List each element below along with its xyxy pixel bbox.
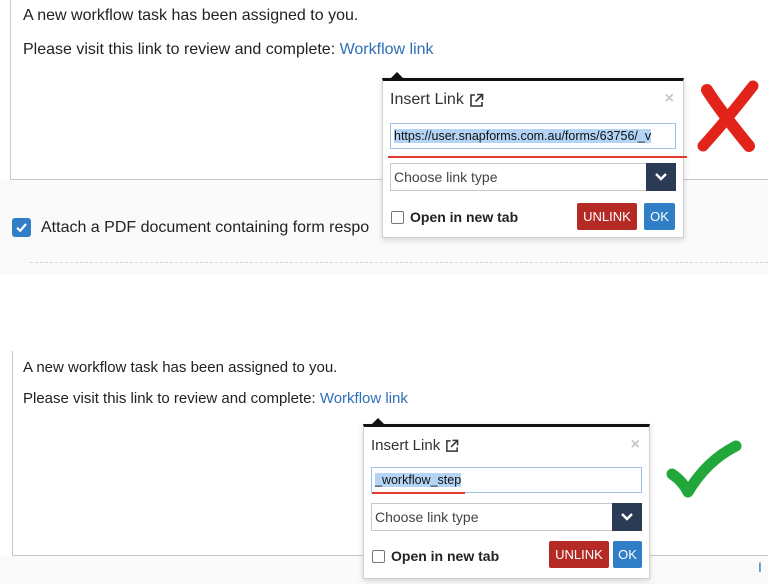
red-underline (372, 492, 465, 494)
top-attach-pdf-row[interactable]: Attach a PDF document containing form re… (12, 218, 369, 237)
unlink-button[interactable]: UNLINK (549, 541, 609, 568)
top-message-line2: Please visit this link to review and com… (23, 41, 434, 59)
open-new-tab-label: Open in new tab (410, 209, 519, 225)
open-new-tab-label: Open in new tab (391, 548, 500, 564)
bottom-insert-link-popover: Insert Link × _workflow_step Choose link… (363, 418, 650, 579)
link-type-placeholder: Choose link type (375, 509, 479, 525)
ok-button[interactable]: OK (613, 541, 642, 568)
url-input[interactable]: _workflow_step (371, 467, 642, 493)
bottom-message-line1: A new workflow task has been assigned to… (23, 359, 338, 376)
panel-gap (0, 275, 768, 345)
url-input[interactable]: https://user.snapforms.com.au/forms/6375… (390, 123, 676, 149)
chevron-down-icon[interactable] (612, 503, 642, 531)
bottom-edge-text: I (758, 559, 762, 575)
open-new-tab-option[interactable]: Open in new tab (372, 548, 499, 564)
open-new-tab-checkbox[interactable] (391, 210, 404, 224)
chevron-down-icon[interactable] (646, 163, 676, 191)
open-new-tab-checkbox[interactable] (372, 549, 385, 563)
bottom-workflow-link[interactable]: Workflow link (320, 390, 408, 407)
popover-close-icon[interactable]: × (665, 90, 674, 108)
top-message-prefix: Please visit this link to review and com… (23, 41, 336, 58)
bottom-panel: A new workflow task has been assigned to… (0, 345, 768, 584)
popover-caret (372, 418, 384, 424)
top-dashed-divider (30, 262, 768, 263)
top-panel: A new workflow task has been assigned to… (0, 0, 768, 275)
ok-button[interactable]: OK (644, 203, 675, 230)
url-input-value: _workflow_step (375, 473, 462, 487)
link-type-placeholder: Choose link type (394, 169, 498, 185)
bottom-message-line2: Please visit this link to review and com… (23, 390, 408, 407)
url-input-value: https://user.snapforms.com.au/forms/6375… (394, 129, 652, 143)
link-type-select[interactable]: Choose link type (371, 503, 642, 531)
unlink-button[interactable]: UNLINK (577, 203, 637, 230)
external-link-icon (445, 439, 459, 453)
open-new-tab-option[interactable]: Open in new tab (391, 209, 518, 225)
popover-title-row: Insert Link (390, 91, 484, 109)
attach-pdf-checkbox[interactable] (12, 218, 31, 237)
popover-close-icon[interactable]: × (631, 436, 640, 454)
popover-title: Insert Link (390, 91, 464, 108)
green-check-icon (664, 440, 742, 500)
top-workflow-link[interactable]: Workflow link (340, 41, 434, 58)
popover-title: Insert Link (371, 437, 441, 454)
attach-pdf-label: Attach a PDF document containing form re… (41, 218, 370, 236)
popover-title-row: Insert Link (371, 437, 459, 454)
popover-caret (391, 72, 403, 78)
top-insert-link-popover: Insert Link × https://user.snapforms.com… (382, 72, 687, 238)
top-message-line1: A new workflow task has been assigned to… (23, 7, 359, 24)
bottom-message-prefix: Please visit this link to review and com… (23, 390, 316, 407)
external-link-icon (469, 93, 484, 108)
red-underline (388, 156, 687, 158)
red-cross-icon (693, 80, 763, 152)
link-type-select[interactable]: Choose link type (390, 163, 676, 191)
